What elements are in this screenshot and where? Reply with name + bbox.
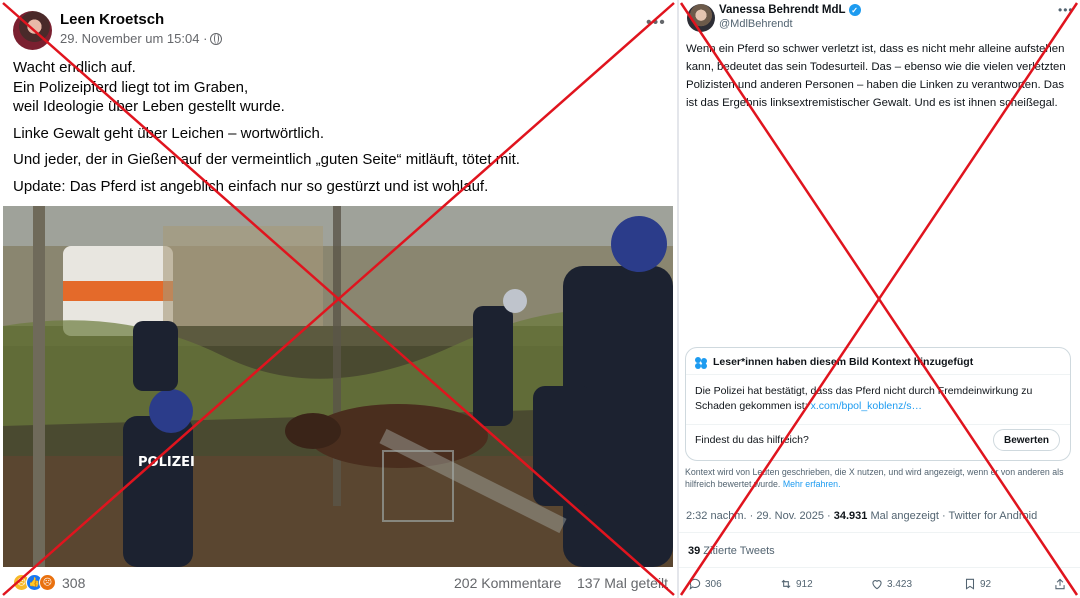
quotes-label: Zitierte Tweets [700, 545, 775, 557]
post-paragraph: Wacht endlich auf. Ein Polizeipferd lieg… [13, 58, 663, 117]
divider [679, 567, 1080, 568]
shares-count[interactable]: 137 Mal geteilt [577, 575, 668, 591]
community-note-link[interactable]: x.com/bpol_koblenz/s… [811, 400, 922, 412]
repost-button[interactable]: 912 [779, 577, 813, 591]
author-name-row[interactable]: Vanessa Behrendt MdL ✓ [719, 4, 861, 16]
views-label: Mal angezeigt · Twitter for Android [867, 510, 1038, 522]
author-handle[interactable]: @MdlBehrendt [719, 18, 793, 30]
tweet-text: Wenn ein Pferd so schwer verletzt ist, d… [686, 43, 1066, 109]
post-line: Linke Gewalt geht über Leichen – wortwör… [13, 124, 325, 142]
post-line: weil Ideologie über Leben gestellt wurde… [13, 98, 285, 115]
community-note-body: Die Polizei hat bestätigt, dass das Pfer… [695, 384, 1055, 414]
post-text: Wacht endlich auf. Ein Polizeipferd lieg… [13, 58, 663, 203]
post-footer: ☹ 👍 ☹ 308 202 Kommentare 137 Mal geteilt [0, 568, 676, 598]
reactions[interactable]: ☹ 👍 ☹ 308 [13, 574, 85, 591]
people-icon [695, 356, 708, 368]
like-button[interactable]: 3.423 [870, 577, 912, 591]
bookmark-count: 92 [980, 578, 992, 590]
x-post: Vanessa Behrendt MdL ✓ @MdlBehrendt ••• … [679, 0, 1080, 598]
reply-count: 306 [705, 578, 722, 590]
post-photo[interactable]: POLIZEI [3, 206, 673, 567]
quote-tweets[interactable]: 39 Zitierte Tweets [688, 545, 775, 557]
globe-icon [210, 32, 223, 45]
tweet-time[interactable]: 2:32 nachm. · 29. Nov. 2025 · [686, 510, 834, 522]
share-icon [1055, 578, 1065, 590]
learn-more-link[interactable]: Mehr erfahren. [783, 479, 841, 489]
helpful-question: Findest du das hilfreich? [695, 434, 809, 446]
post-paragraph: Und jeder, der in Gießen auf der vermein… [13, 150, 663, 170]
post-line: Update: Das Pferd ist angeblich einfach … [13, 177, 489, 195]
note-footer-text: Kontext wird von Leuten geschrieben, die… [685, 467, 1064, 489]
angry-reaction-icon: ☹ [39, 574, 56, 591]
quotes-count: 39 [688, 545, 701, 557]
photo-police-horse: POLIZEI [3, 206, 673, 567]
share-button[interactable] [1053, 577, 1067, 591]
facebook-post: Leen Kroetsch 29. November um 15:04 · ••… [0, 0, 676, 598]
post-meta: 29. November um 15:04 · [60, 31, 223, 46]
author-avatar[interactable] [687, 4, 715, 32]
post-paragraph: Update: Das Pferd ist angeblich einfach … [13, 177, 663, 197]
divider [686, 374, 1070, 375]
author-name[interactable]: Vanessa Behrendt MdL [719, 4, 846, 16]
heart-icon [872, 580, 882, 590]
more-options-icon[interactable]: ••• [646, 15, 666, 31]
divider [679, 532, 1080, 533]
post-line: Und jeder, der in Gießen auf der vermein… [13, 151, 520, 168]
repost-count: 912 [796, 578, 813, 590]
divider [686, 424, 1070, 425]
rate-button[interactable]: Bewerten [993, 429, 1060, 451]
reply-icon [689, 578, 701, 590]
reply-button[interactable]: 306 [688, 577, 722, 591]
like-count: 3.423 [887, 578, 913, 590]
author-avatar[interactable] [13, 11, 52, 50]
community-note-footer: Kontext wird von Leuten geschrieben, die… [685, 466, 1070, 490]
author-name[interactable]: Leen Kroetsch [60, 11, 164, 28]
community-note: Leser*innen haben diesem Bild Kontext hi… [685, 347, 1071, 461]
svg-text:POLIZEI: POLIZEI [138, 455, 195, 470]
post-paragraph: Linke Gewalt geht über Leichen – wortwör… [13, 124, 663, 144]
post-timestamp[interactable]: 29. November um 15:04 · [60, 31, 207, 46]
community-note-header: Leser*innen haben diesem Bild Kontext hi… [695, 356, 973, 368]
comments-count[interactable]: 202 Kommentare [454, 575, 561, 591]
tweet-timestamp[interactable]: 2:32 nachm. · 29. Nov. 2025 · 34.931 Mal… [686, 510, 1037, 522]
action-bar: 306 912 3.423 92 [679, 572, 1080, 596]
repost-icon [781, 579, 791, 589]
post-line: Ein Polizeipferd liegt tot im Graben, [13, 78, 249, 96]
bookmark-icon [965, 578, 975, 590]
verified-badge-icon: ✓ [848, 4, 861, 16]
reaction-count[interactable]: 308 [62, 575, 85, 591]
post-line: Wacht endlich auf. [13, 59, 136, 76]
bookmark-button[interactable]: 92 [963, 577, 991, 591]
community-note-title: Leser*innen haben diesem Bild Kontext hi… [713, 356, 974, 368]
more-options-icon[interactable]: ••• [1058, 4, 1074, 16]
views-count: 34.931 [833, 510, 868, 522]
